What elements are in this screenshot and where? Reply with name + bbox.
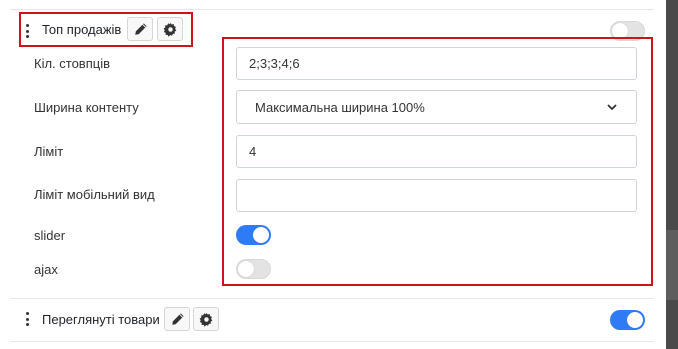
toggle-knob	[627, 312, 643, 328]
gear-icon	[163, 22, 176, 37]
toggle-knob	[253, 227, 269, 243]
module-title: Переглянуті товари	[42, 312, 160, 327]
chevron-down-icon	[607, 104, 617, 111]
module-enabled-toggle[interactable]	[610, 310, 645, 330]
edit-module-button[interactable]	[127, 17, 153, 41]
content-width-select[interactable]: Максимальна ширина 100%	[236, 90, 637, 124]
module-enabled-toggle[interactable]	[610, 21, 645, 41]
limit-mobile-input[interactable]	[236, 179, 637, 212]
gear-icon	[199, 312, 212, 327]
pencil-icon	[171, 312, 184, 325]
module-settings-screen: Топ продажів Кіл. стовпців Ширина контен…	[0, 0, 678, 349]
ajax-label: ajax	[34, 262, 58, 277]
module-row-viewed-products: Переглянуті товари	[0, 299, 666, 339]
module-title: Топ продажів	[42, 22, 122, 37]
limit-input[interactable]	[236, 135, 637, 168]
module-settings-button[interactable]	[193, 307, 219, 331]
columns-label: Кіл. стовпців	[34, 56, 110, 71]
columns-input[interactable]	[236, 47, 637, 80]
pencil-icon	[134, 22, 147, 35]
limit-label: Ліміт	[34, 144, 64, 159]
limit-mobile-label: Ліміт мобільний вид	[34, 187, 155, 202]
edit-module-button[interactable]	[164, 307, 190, 331]
module-row-top-sales: Топ продажів	[0, 10, 666, 50]
toggle-knob	[612, 23, 628, 39]
module-settings-button[interactable]	[157, 17, 183, 41]
content-width-selected: Максимальна ширина 100%	[255, 99, 425, 115]
slider-toggle[interactable]	[236, 225, 271, 245]
drag-handle-icon[interactable]	[24, 24, 30, 38]
drag-handle-icon[interactable]	[24, 312, 30, 326]
modules-panel: Топ продажів Кіл. стовпців Ширина контен…	[0, 0, 666, 349]
divider	[10, 341, 654, 342]
slider-label: slider	[34, 228, 66, 243]
content-width-label: Ширина контенту	[34, 100, 139, 115]
scrollbar[interactable]	[666, 230, 678, 300]
toggle-knob	[238, 261, 254, 277]
ajax-toggle[interactable]	[236, 259, 271, 279]
